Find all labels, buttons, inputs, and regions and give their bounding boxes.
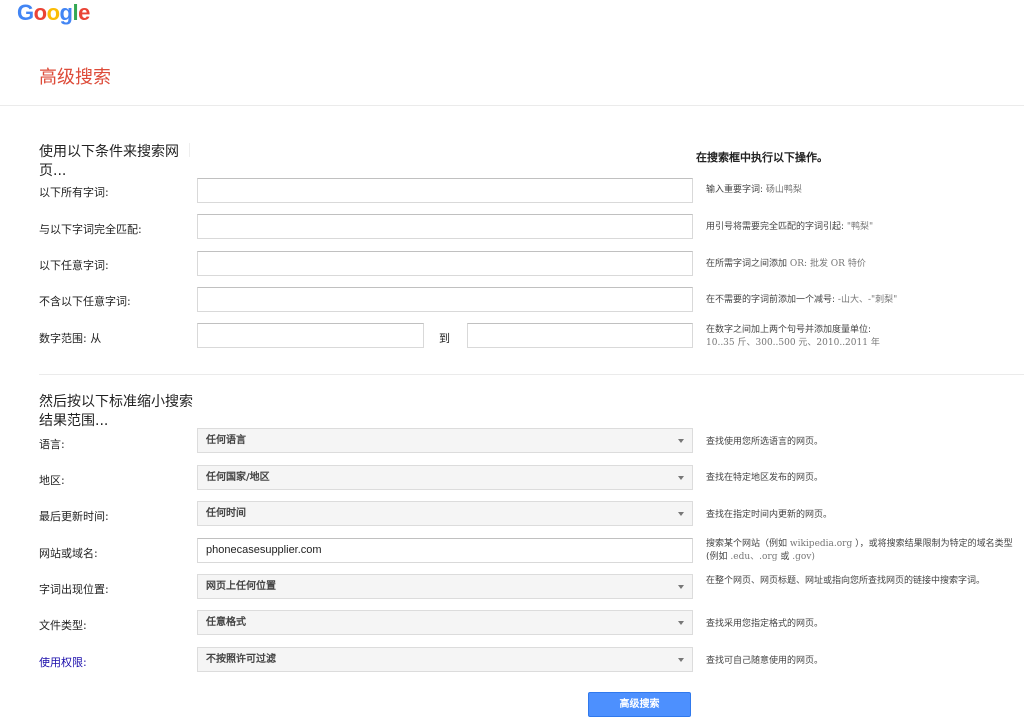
region-hint: 查找在特定地区发布的网页。 — [706, 473, 824, 483]
number-range-hint: 在数字之间加上两个句号并添加度量单位: 10..35 斤、300..500 元、2… — [706, 324, 1006, 350]
usage-rights-hint: 查找可自己随意使用的网页。 — [706, 656, 824, 666]
exact-phrase-label: 与以下字词完全匹配: — [39, 223, 142, 236]
all-words-hint: 输入重要字词: 砀山鸭梨 — [706, 184, 802, 197]
dropdown-caret-icon — [678, 439, 684, 443]
all-words-input[interactable] — [197, 178, 693, 203]
exact-phrase-input[interactable] — [197, 214, 693, 239]
logo-letter: o — [33, 0, 47, 25]
none-words-input[interactable] — [197, 287, 693, 312]
hint-text: 输入重要字词: — [706, 185, 764, 195]
section-divider — [39, 374, 1024, 375]
terms-appearing-hint: 在整个网页、网页标题、网址或指向您所查找网页的链接中搜索字词。 — [706, 576, 986, 586]
dropdown-caret-icon — [678, 512, 684, 516]
hint-text: 搜索某个网站（例如 — [706, 539, 788, 549]
dropdown-caret-icon — [678, 585, 684, 589]
none-words-label: 不含以下任意字词: — [39, 295, 131, 308]
file-type-select[interactable]: 任意格式 — [197, 610, 693, 635]
logo-letter: G — [17, 0, 34, 25]
language-label: 语言: — [39, 438, 65, 451]
select-value: 任何时间 — [206, 508, 246, 519]
any-words-label: 以下任意字词: — [39, 259, 109, 272]
region-label: 地区: — [39, 474, 65, 487]
select-value: 不按照许可过滤 — [206, 654, 276, 665]
language-hint: 查找使用您所选语言的网页。 — [706, 437, 824, 447]
hint-example: .edu、.org — [730, 552, 778, 562]
hint-text: 用引号将需要完全匹配的字词引起: — [706, 222, 845, 232]
hint-text: 在数字之间加上两个句号并添加度量单位: — [706, 325, 872, 335]
page-title: 高级搜索 — [39, 67, 111, 88]
select-value: 网页上任何位置 — [206, 581, 276, 592]
file-type-label: 文件类型: — [39, 619, 87, 632]
last-update-select[interactable]: 任何时间 — [197, 501, 693, 526]
hint-example: wikipedia.org — [789, 539, 853, 549]
advanced-search-button[interactable]: 高级搜索 — [588, 692, 691, 717]
terms-appearing-label: 字词出现位置: — [39, 583, 109, 596]
none-words-hint: 在不需要的字词前添加一个减号: -山大、-"刺梨" — [706, 294, 897, 307]
hint-example: OR: 批发 OR 特价 — [789, 259, 866, 269]
site-domain-input[interactable]: phonecasesupplier.com — [197, 538, 693, 563]
select-value: 任意格式 — [206, 617, 246, 628]
hint-text: 在所需字词之间添加 — [706, 259, 788, 269]
usage-rights-link[interactable]: 使用权限: — [39, 654, 87, 670]
region-select[interactable]: 任何国家/地区 — [197, 465, 693, 490]
logo-letter: e — [78, 0, 90, 25]
section2-title: 然后按以下标准缩小搜索结果范围... — [39, 394, 193, 429]
any-words-hint: 在所需字词之间添加 OR: 批发 OR 特价 — [706, 258, 866, 271]
dropdown-caret-icon — [678, 658, 684, 662]
hint-text: 或 — [780, 552, 790, 562]
language-select[interactable]: 任何语言 — [197, 428, 693, 453]
number-range-to-label: 到 — [439, 332, 450, 345]
select-value: 任何国家/地区 — [206, 472, 270, 483]
usage-rights-select[interactable]: 不按照许可过滤 — [197, 647, 693, 672]
number-range-label: 数字范围: 从 — [39, 332, 102, 345]
logo-letter: g — [59, 0, 73, 25]
hint-example: .gov) — [792, 552, 815, 562]
site-domain-hint: 搜索某个网站（例如 wikipedia.org ），或将搜索结果限制为特定的域名… — [706, 538, 1021, 564]
google-logo[interactable]: Google — [17, 0, 90, 26]
select-value: 任何语言 — [206, 435, 246, 446]
hint-example: "鸭梨" — [846, 222, 874, 232]
number-range-to-input[interactable] — [467, 323, 693, 348]
logo-letter: o — [46, 0, 60, 25]
dropdown-caret-icon — [678, 621, 684, 625]
exact-phrase-hint: 用引号将需要完全匹配的字词引起: "鸭梨" — [706, 221, 873, 234]
hint-example: -山大、-"刺梨" — [837, 295, 898, 305]
last-update-label: 最后更新时间: — [39, 510, 109, 523]
dropdown-caret-icon — [678, 476, 684, 480]
terms-appearing-select[interactable]: 网页上任何位置 — [197, 574, 693, 599]
hint-example: 砀山鸭梨 — [765, 185, 802, 195]
last-update-hint: 查找在指定时间内更新的网页。 — [706, 510, 833, 520]
any-words-input[interactable] — [197, 251, 693, 276]
section1-title: 使用以下条件来搜索网页... — [39, 144, 179, 179]
file-type-hint: 查找采用您指定格式的网页。 — [706, 619, 824, 629]
number-range-from-input[interactable] — [197, 323, 424, 348]
all-words-label: 以下所有字词: — [39, 186, 109, 199]
title-divider — [189, 143, 190, 157]
header-divider — [0, 105, 1024, 106]
hint-text: 在不需要的字词前添加一个减号: — [706, 295, 836, 305]
hint-example: 10..35 斤、300..500 元、2010..2011 年 — [706, 338, 880, 348]
site-domain-label: 网站或域名: — [39, 547, 98, 560]
hint-title: 在搜索框中执行以下操作。 — [696, 151, 828, 164]
